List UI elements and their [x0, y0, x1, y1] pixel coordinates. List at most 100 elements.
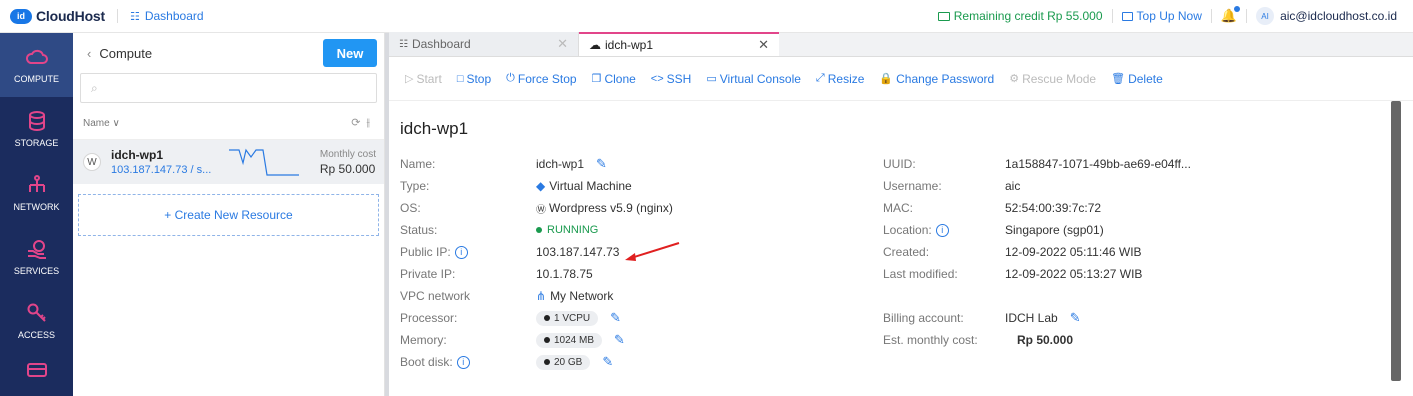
tab-dashboard[interactable]: ☷ Dashboard ✕: [389, 32, 579, 56]
username-value: aic: [1005, 179, 1021, 193]
list-title[interactable]: Compute: [99, 46, 152, 61]
rescue-mode-button[interactable]: ⚙ Rescue Mode: [1009, 72, 1096, 86]
search-input[interactable]: ⌕: [80, 73, 377, 103]
scrollbar[interactable]: [1391, 101, 1401, 381]
rescue-label: Rescue Mode: [1022, 71, 1097, 86]
last-modified-label: Last modified:: [883, 267, 958, 281]
edit-pencil-icon[interactable]: ✎: [602, 354, 613, 370]
chevron-left-icon[interactable]: ‹: [87, 46, 91, 61]
nav-item-storage[interactable]: STORAGE: [0, 97, 73, 161]
mac-label: MAC:: [883, 201, 913, 215]
detail-row-os: OS: Ⓦ Wordpress v5.9 (nginx): [400, 197, 673, 219]
nav-item-access[interactable]: ACCESS: [0, 289, 73, 353]
cost-value: Rp 50.000: [319, 161, 376, 176]
nav-item-services[interactable]: SERVICES: [0, 225, 73, 289]
name-label: Name:: [400, 157, 436, 171]
key-icon: [26, 302, 48, 324]
refresh-icon[interactable]: ⟳: [351, 117, 366, 129]
page-title: idch-wp1: [400, 119, 469, 138]
vpc-value[interactable]: My Network: [550, 289, 613, 303]
delete-label: Delete: [1128, 71, 1163, 86]
stop-button[interactable]: □ Stop: [457, 72, 491, 86]
cloud-icon: [25, 46, 48, 68]
clone-icon: ❐: [591, 73, 602, 85]
dashboard-link[interactable]: ☷ Dashboard: [130, 9, 204, 23]
filter-icon[interactable]: ⫲: [366, 117, 376, 129]
database-icon: [26, 110, 48, 132]
edit-pencil-icon[interactable]: ✎: [596, 156, 607, 172]
location-value: Singapore (sgp01): [1005, 223, 1104, 237]
nav-item-compute[interactable]: COMPUTE: [0, 33, 73, 97]
cost-label: Monthly cost: [319, 148, 376, 160]
info-icon[interactable]: i: [456, 355, 470, 369]
logo[interactable]: id CloudHost: [10, 8, 105, 24]
tab-label: idch-wp1: [605, 38, 654, 52]
remaining-credit[interactable]: Remaining credit Rp 55.000: [937, 9, 1103, 23]
logo-badge: id: [10, 8, 32, 24]
list-tools: ⟳⫲: [351, 116, 376, 130]
billing-account-value: IDCH Lab: [1005, 311, 1058, 325]
force-stop-label: Force Stop: [517, 71, 577, 86]
info-icon[interactable]: i: [935, 223, 949, 237]
monitor-icon: ▭: [706, 73, 717, 85]
notification-bell-icon[interactable]: 🔔: [1221, 6, 1241, 24]
pill-dot: [544, 337, 550, 343]
type-value: Virtual Machine: [549, 179, 632, 193]
detail-row-private-ip: Private IP: 10.1.78.75: [400, 263, 593, 285]
monthly-cost-label: Est. monthly cost:: [883, 333, 978, 347]
cloud-icon: ☁: [589, 38, 601, 52]
tab-idch-wp1[interactable]: ☁ idch-wp1 ✕: [579, 32, 779, 56]
create-new-resource-button[interactable]: + Create New Resource: [78, 194, 379, 236]
nav-item-billing[interactable]: [0, 353, 73, 396]
resize-button[interactable]: ⤢ Resize: [816, 72, 865, 86]
list-item[interactable]: W idch-wp1 103.187.147.73 / s... Monthly…: [73, 140, 384, 184]
close-icon[interactable]: ✕: [557, 36, 568, 52]
nav-label: ACCESS: [17, 330, 55, 340]
network-icon: [26, 174, 48, 196]
uuid-value[interactable]: 1a158847-1071-49bb-ae69-e04ff...: [1005, 157, 1191, 171]
services-icon: [26, 238, 48, 260]
public-ip-value[interactable]: 103.187.147.73: [536, 245, 619, 259]
edit-pencil-icon[interactable]: ✎: [610, 310, 621, 326]
trash-icon: 🗑: [1111, 73, 1126, 85]
delete-button[interactable]: 🗑 Delete: [1111, 72, 1163, 86]
force-stop-button[interactable]: ⏻ Force Stop: [506, 72, 576, 86]
detail-row-mac: MAC: 52:54:00:39:7c:72: [883, 197, 1101, 219]
nav-label: STORAGE: [14, 138, 59, 148]
red-arrow-annotation: [625, 242, 680, 261]
detail-row-public-ip: Public IP: i 103.187.147.73: [400, 241, 683, 263]
change-password-button[interactable]: 🔒 Change Password: [879, 72, 994, 86]
detail-row-created: Created: 12-09-2022 05:11:46 WIB: [883, 241, 1142, 263]
mac-value: 52:54:00:39:7c:72: [1005, 201, 1102, 215]
detail-row-name: Name: idch-wp1 ✎: [400, 153, 607, 175]
user-email[interactable]: aic@idcloudhost.co.id: [1280, 9, 1397, 23]
start-button[interactable]: ▷ Start: [405, 72, 442, 86]
change-password-label: Change Password: [896, 71, 995, 86]
detail-row-processor: Processor: 1 VCPU ✎: [400, 307, 621, 329]
new-button[interactable]: New: [323, 39, 377, 67]
detail-row-status: Status: RUNNING: [400, 219, 598, 241]
sort-by-name[interactable]: Name ∨: [83, 118, 120, 129]
wordpress-icon: Ⓦ: [536, 204, 546, 216]
clone-button[interactable]: ❐ Clone: [592, 72, 636, 86]
info-icon[interactable]: i: [454, 245, 468, 259]
nav-item-network[interactable]: NETWORK: [0, 161, 73, 225]
processor-label: Processor:: [400, 311, 458, 325]
sort-label: Name: [83, 117, 110, 129]
close-icon[interactable]: ✕: [758, 37, 769, 53]
username-label: Username:: [883, 179, 942, 193]
stop-label: Stop: [466, 71, 492, 86]
top-up-link[interactable]: Top Up Now: [1121, 9, 1202, 23]
edit-pencil-icon[interactable]: ✎: [1070, 310, 1081, 326]
edit-pencil-icon[interactable]: ✎: [614, 332, 625, 348]
boot-disk-label: Boot disk:: [400, 355, 453, 369]
private-ip-value[interactable]: 10.1.78.75: [536, 267, 593, 281]
play-icon: ▷: [405, 73, 414, 85]
virtual-console-button[interactable]: ▭ Virtual Console: [706, 72, 801, 86]
avatar[interactable]: AI: [1256, 7, 1275, 25]
ssh-button[interactable]: <> SSH: [651, 72, 692, 86]
nav-label: NETWORK: [13, 202, 60, 212]
detail-row-billing-account: Billing account: IDCH Lab ✎: [883, 307, 1081, 329]
detail-row-type: Type: ◆ Virtual Machine: [400, 175, 632, 197]
boot-disk-pill: 20 GB: [536, 354, 591, 370]
